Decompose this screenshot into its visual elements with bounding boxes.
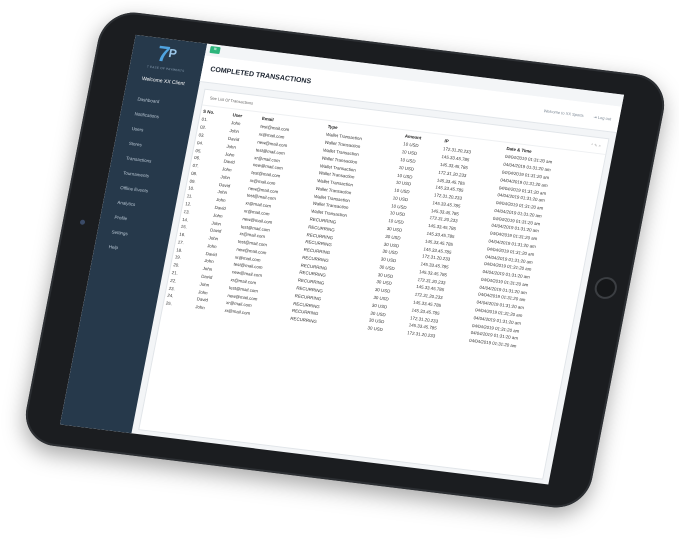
app-screen: 7 EASE OF PAYMENTS Welcome XX Client Das… <box>59 34 625 485</box>
menu-toggle-button[interactable]: ≡ <box>209 46 221 55</box>
logo-icon <box>153 44 183 69</box>
logout-label: Log out <box>597 114 612 121</box>
brand-logo: 7 EASE OF PAYMENTS <box>130 41 206 75</box>
main-area: ≡ COMPLETED TRANSACTIONS Welcome to XX S… <box>131 43 625 485</box>
content: See List Of Transactions ^ ✎ × S No. User… <box>131 82 616 484</box>
welcome-text: Welcome XX Client <box>141 75 186 88</box>
transactions-card: See List Of Transactions ^ ✎ × S No. User… <box>138 88 610 480</box>
card-title: See List Of Transactions <box>209 95 254 106</box>
home-button[interactable] <box>592 275 619 301</box>
tablet-device: 7 EASE OF PAYMENTS Welcome XX Client Das… <box>20 8 670 512</box>
welcome-user-text: Welcome to XX Sports <box>543 107 585 118</box>
logout-link[interactable]: ⇥ Log out <box>593 114 612 121</box>
card-tools-icon[interactable]: ^ ✎ × <box>591 142 602 148</box>
camera-icon <box>79 219 86 225</box>
